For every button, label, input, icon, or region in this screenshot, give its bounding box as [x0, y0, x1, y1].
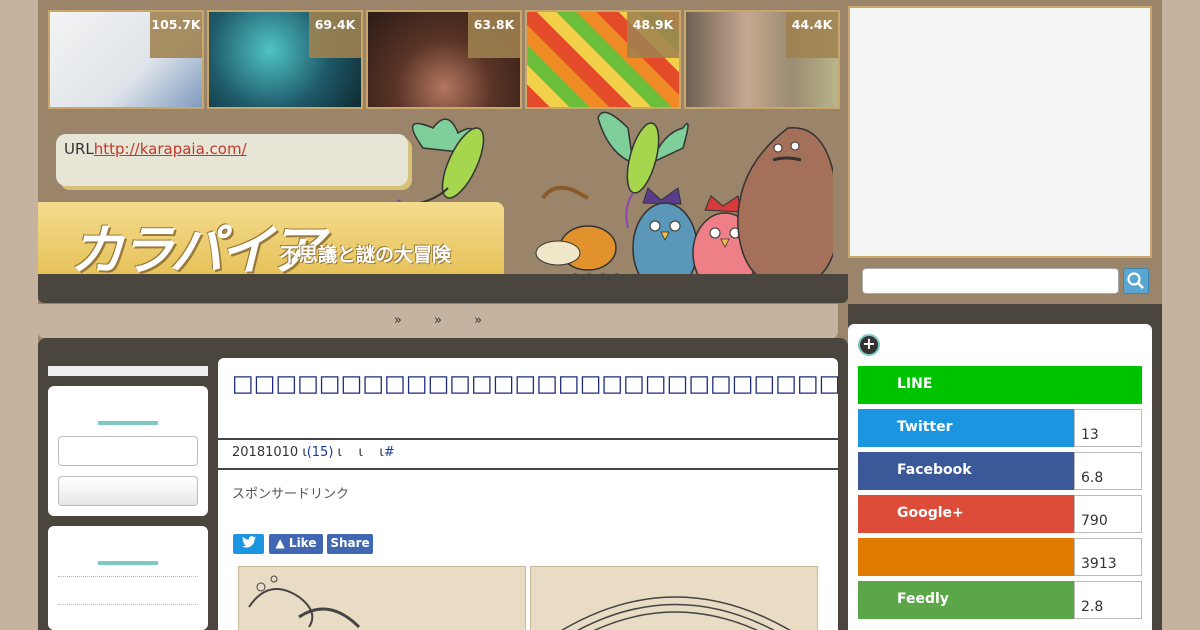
article-meta: 20181010 ι(15) ι ι ι# [232, 445, 395, 460]
sponsor-label: スポンサードリンク [232, 487, 350, 502]
thumbnail-2[interactable]: 69.4K [207, 10, 363, 109]
view-count: 105.7K [150, 12, 202, 58]
twitter-bird-icon [241, 536, 256, 548]
share-row-line[interactable]: LINE [858, 366, 1142, 404]
nav-item[interactable]: » [434, 313, 442, 328]
list-divider [58, 576, 198, 577]
share-row-facebook[interactable]: Facebook 6.8 [858, 452, 1142, 490]
thumbnail-5[interactable]: 44.4K [684, 10, 840, 109]
fairy-mascot-left-icon [396, 118, 485, 210]
view-count: 44.4K [786, 12, 838, 58]
comment-count-link[interactable]: (15) [307, 445, 334, 460]
plus-icon[interactable]: + [858, 334, 880, 356]
facebook-share-button[interactable]: Share [327, 534, 373, 554]
page-container: 105.7K 69.4K 63.8K 48.9K 44.4K URLhttp:/… [38, 0, 1162, 630]
search-icon [1127, 272, 1144, 289]
site-url-link[interactable]: http://karapaia.com/ [94, 140, 247, 158]
nav-item[interactable]: » [474, 313, 482, 328]
sidebar-top-strip [48, 366, 208, 376]
facebook-like-button[interactable]: ▲ Like [269, 534, 323, 554]
googleplus-share-count: 790 [1074, 495, 1142, 533]
url-label: URL [64, 140, 94, 158]
header-bottom-bar [38, 274, 848, 303]
article-title[interactable]: □□□□□□□□□□□□□□□□□□□□□□□□□□□□□□□□□□□□□□□□… [232, 370, 838, 399]
share-row-hatena[interactable]: 3913 [858, 538, 1142, 576]
feedly-share-count: 2.8 [1074, 581, 1142, 619]
view-count: 48.9K [627, 12, 679, 58]
share-row-twitter[interactable]: Twitter 13 [858, 409, 1142, 447]
meta-separator: ι [337, 445, 342, 460]
search-button[interactable] [1123, 268, 1149, 294]
brown-potato-mascot-icon [737, 127, 833, 287]
article-image-left [238, 566, 526, 630]
googleplus-share-button[interactable]: Google+ [858, 495, 1075, 533]
post-date: 20181010 [232, 445, 299, 460]
view-count: 63.8K [468, 12, 520, 58]
orange-share-button[interactable] [858, 538, 1075, 576]
sidebar-search-input[interactable] [58, 436, 198, 466]
facebook-share-button[interactable]: Facebook [858, 452, 1075, 490]
widget-heading-line [98, 421, 158, 425]
sidebar-list-widget [48, 526, 208, 630]
share-row-feedly[interactable]: Feedly 2.8 [858, 581, 1142, 619]
url-box: URLhttp://karapaia.com/ [56, 134, 408, 186]
header-search-input[interactable] [862, 268, 1119, 294]
twitter-share-count: 13 [1074, 409, 1142, 447]
like-label: Like [288, 536, 317, 550]
title-divider [218, 438, 838, 440]
nav-item[interactable]: » [394, 313, 402, 328]
thumbnail-4[interactable]: 48.9K [525, 10, 681, 109]
twitter-share-button[interactable]: Twitter [858, 409, 1075, 447]
view-count: 69.4K [309, 12, 361, 58]
share-label: Share [330, 536, 370, 550]
thumbnail-3[interactable]: 63.8K [366, 10, 522, 109]
facebook-share-count: 6.8 [1074, 452, 1142, 490]
meta-divider [218, 468, 838, 470]
list-divider [58, 604, 198, 605]
article-image-right [530, 566, 818, 630]
line-share-button[interactable]: LINE [858, 366, 1142, 404]
global-nav: » » » [38, 304, 838, 338]
orange-bird-mascot-icon [535, 185, 624, 287]
hash-link[interactable]: # [384, 445, 395, 460]
feedly-share-button[interactable]: Feedly [858, 581, 1075, 619]
tweet-button[interactable] [233, 534, 264, 554]
meta-separator: ι [358, 445, 363, 460]
site-logo-banner[interactable]: カラパイア 不思議と謎の大冒険 [38, 202, 504, 282]
thumbnail-1[interactable]: 105.7K [48, 10, 204, 109]
share-row-googleplus[interactable]: Google+ 790 [858, 495, 1142, 533]
site-tagline: 不思議と謎の大冒険 [280, 244, 452, 266]
woodblock-arc-illustration [561, 596, 791, 630]
social-share-widget: + LINE Twitter 13 Facebook 6.8 Google+ 7… [848, 324, 1152, 630]
popular-thumbnails: 105.7K 69.4K 63.8K 48.9K 44.4K [48, 10, 840, 109]
sidebar-search-widget [48, 386, 208, 516]
thumbs-up-icon: ▲ [275, 536, 285, 550]
sidebar-search-button[interactable] [58, 476, 198, 506]
orange-share-count: 3913 [1074, 538, 1142, 576]
woodblock-wave-illustration [248, 575, 361, 629]
widget-heading-line [98, 561, 158, 565]
advertisement-slot[interactable] [848, 6, 1152, 258]
article: □□□□□□□□□□□□□□□□□□□□□□□□□□□□□□□□□□□□□□□□… [218, 358, 838, 630]
